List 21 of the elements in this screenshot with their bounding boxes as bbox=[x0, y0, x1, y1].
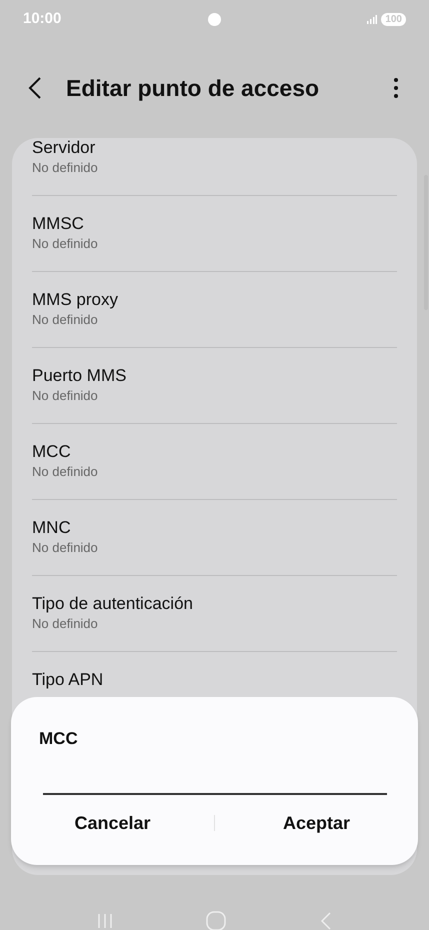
setting-label[interactable]: MMS proxy bbox=[32, 290, 397, 310]
signal-icon bbox=[367, 14, 378, 24]
setting-value: No definido bbox=[32, 615, 99, 633]
dialog-button[interactable]: Cancelar bbox=[11, 805, 214, 841]
setting-value: No definido bbox=[32, 311, 99, 329]
setting-value: No definido bbox=[32, 387, 99, 405]
setting-value: No definido bbox=[32, 235, 99, 253]
setting-label[interactable]: Servidor bbox=[32, 138, 397, 158]
page-title: Editar punto de acceso bbox=[66, 74, 320, 103]
setting-label[interactable]: MCC bbox=[32, 442, 397, 462]
dialog-title: MCC bbox=[39, 728, 78, 750]
more-options-button[interactable] bbox=[393, 78, 399, 98]
setting-value: No definido bbox=[32, 539, 99, 557]
setting-value: No definido bbox=[32, 159, 99, 177]
setting-label[interactable]: Puerto MMS bbox=[32, 366, 397, 386]
setting-label[interactable]: MNC bbox=[32, 518, 397, 538]
dialog-button[interactable]: Aceptar bbox=[215, 805, 418, 841]
setting-value: No definido bbox=[32, 463, 99, 481]
setting-label[interactable]: Tipo de autenticación bbox=[32, 594, 397, 614]
setting-label[interactable]: Tipo APN bbox=[32, 670, 397, 690]
setting-label[interactable]: MMSC bbox=[32, 214, 397, 234]
